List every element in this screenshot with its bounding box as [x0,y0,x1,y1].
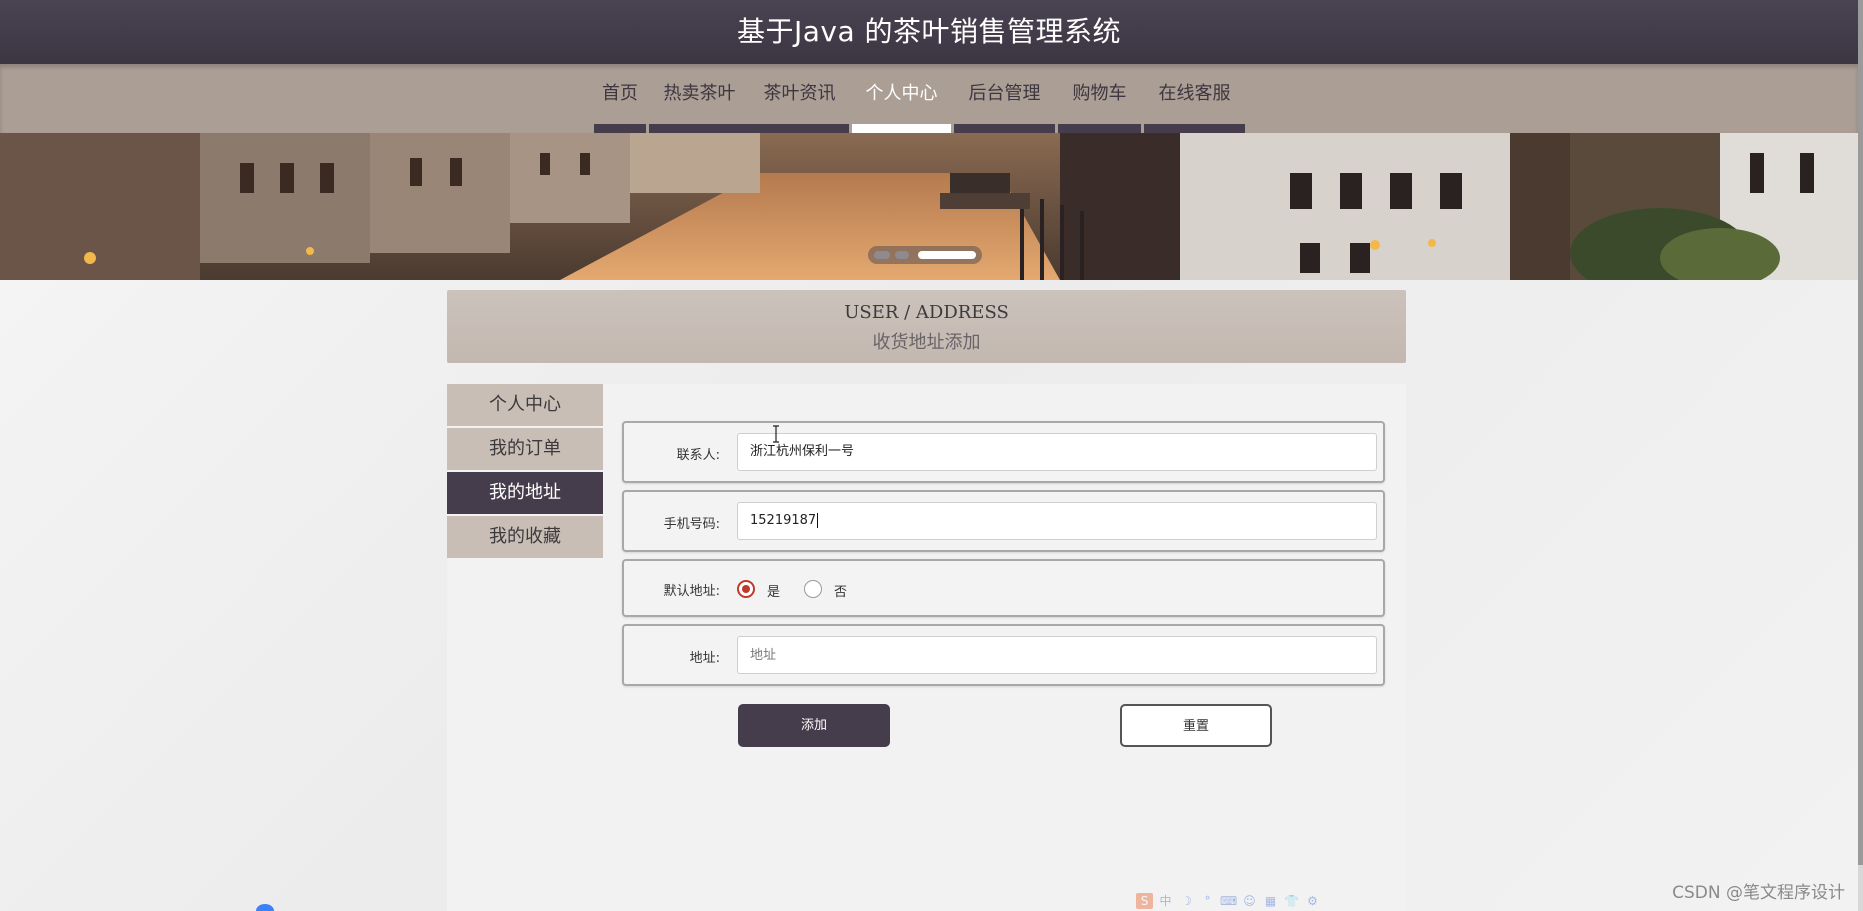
nav-item-underline [594,124,646,133]
main-nav: 首页 热卖茶叶 茶叶资讯 个人中心 后台管理 购物车 在线客服 [0,64,1858,133]
ime-grid-icon[interactable]: ▦ [1262,893,1279,909]
side-menu-my-favorites[interactable]: 我的收藏 [447,516,603,558]
side-menu-label: 我的订单 [489,438,561,459]
side-menu: 个人中心 我的订单 我的地址 我的收藏 [447,384,603,560]
nav-item-tea-news[interactable]: 茶叶资讯 [750,64,849,133]
phone-label: 手机号码: [663,517,720,532]
form-row-phone: 手机号码: 15219187 [622,490,1385,552]
nav-item-label: 茶叶资讯 [763,83,836,104]
nav-item-underline [649,124,750,133]
side-menu-personal-center[interactable]: 个人中心 [447,384,603,426]
nav-item-hot-tea[interactable]: 热卖茶叶 [649,64,750,133]
carousel-indicators [868,246,982,264]
contact-input[interactable]: 浙江杭州保利一号 [737,433,1377,471]
contact-input-value: 浙江杭州保利一号 [750,444,855,459]
nav-item-underline [1144,124,1245,133]
nav-item-underline-active [852,124,951,133]
site-title: 基于Java 的茶叶销售管理系统 [736,15,1122,48]
ime-settings-icon[interactable]: ⚙ [1304,893,1321,909]
form-row-address: 地址: [622,624,1385,686]
floating-dot-icon[interactable] [256,904,274,911]
ime-keyboard-icon[interactable]: ⌨ [1220,893,1237,909]
side-menu-my-orders[interactable]: 我的订单 [447,428,603,470]
ime-logo-icon[interactable]: S [1136,893,1153,909]
nav-item-online-service[interactable]: 在线客服 [1144,64,1245,133]
side-menu-label: 我的地址 [489,482,561,503]
side-menu-my-address[interactable]: 我的地址 [447,472,603,514]
ime-toolbar: S 中 ☽ ° ⌨ ☺ ▦ 👕 ⚙ [1136,893,1321,911]
section-title-en: USER / ADDRESS [844,302,1009,323]
nav-item-label: 在线客服 [1158,83,1231,104]
site-header: 基于Java 的茶叶销售管理系统 [0,0,1858,64]
nav-item-label: 热卖茶叶 [663,83,736,104]
default-address-yes-label: 是 [767,585,781,600]
address-label: 地址: [689,651,720,666]
text-cursor-icon [773,425,779,443]
default-address-no-radio[interactable] [804,580,822,598]
scrollbar-thumb[interactable] [1858,0,1863,865]
nav-item-label: 后台管理 [968,83,1041,104]
default-address-yes-radio[interactable] [737,580,755,598]
ime-moon-icon[interactable]: ☽ [1178,893,1195,909]
watermark: CSDN @笔文程序设计 [1672,883,1845,903]
default-address-label: 默认地址: [663,584,720,599]
nav-item-label: 首页 [602,83,638,104]
default-address-no-label: 否 [834,585,848,600]
nav-item-admin[interactable]: 后台管理 [954,64,1055,133]
text-caret [817,513,819,528]
side-menu-label: 我的收藏 [489,526,561,547]
ime-chinese-mode-icon[interactable]: 中 [1157,893,1174,909]
carousel-dot[interactable] [895,251,909,259]
add-button[interactable]: 添加 [738,704,890,747]
ime-skin-icon[interactable]: 👕 [1283,893,1300,909]
side-menu-label: 个人中心 [489,394,561,415]
nav-item-underline [954,124,1055,133]
form-row-default-address: 默认地址: 是 否 [622,559,1385,617]
address-input[interactable] [737,636,1377,674]
reset-button[interactable]: 重置 [1120,704,1272,747]
nav-item-label: 购物车 [1072,83,1127,104]
nav-item-label: 个人中心 [865,83,938,104]
form-row-contact: 联系人: 浙江杭州保利一号 [622,421,1385,483]
section-title-cn: 收货地址添加 [872,332,981,353]
phone-input[interactable]: 15219187 [737,502,1377,540]
nav-item-underline [750,124,849,133]
carousel-dot[interactable] [874,251,890,259]
nav-item-personal-center[interactable]: 个人中心 [852,64,951,133]
nav-item-cart[interactable]: 购物车 [1058,64,1141,133]
nav-item-underline [1058,124,1141,133]
ime-emoji-icon[interactable]: ☺ [1241,893,1258,909]
section-title-panel: USER / ADDRESS 收货地址添加 [447,290,1406,363]
nav-items: 首页 热卖茶叶 茶叶资讯 个人中心 后台管理 购物车 在线客服 [594,64,1245,133]
phone-input-value: 15219187 [750,513,817,528]
contact-label: 联系人: [676,448,720,463]
ime-punct-icon[interactable]: ° [1199,893,1216,909]
nav-item-home[interactable]: 首页 [594,64,646,133]
carousel-dot-active[interactable] [918,251,976,259]
page: 基于Java 的茶叶销售管理系统 首页 热卖茶叶 茶叶资讯 个人中心 后台管理 … [0,0,1863,911]
